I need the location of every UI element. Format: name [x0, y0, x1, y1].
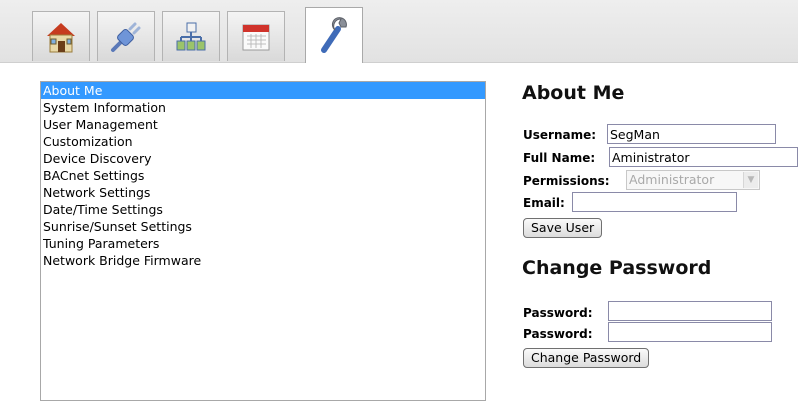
- username-field[interactable]: [607, 124, 776, 144]
- menu-item-date-time-settings[interactable]: Date/Time Settings: [41, 201, 485, 218]
- email-field[interactable]: [572, 192, 737, 212]
- change-password-button[interactable]: Change Password: [523, 348, 650, 368]
- save-user-button[interactable]: Save User: [523, 218, 603, 238]
- wrench-icon: [321, 16, 347, 53]
- plug-icon: [111, 22, 141, 52]
- menu-item-network-bridge-firmware[interactable]: Network Bridge Firmware: [41, 252, 485, 269]
- permissions-select[interactable]: Administrator ▼: [626, 170, 760, 190]
- password-label: Password:: [523, 306, 593, 320]
- network-icon: [176, 22, 206, 50]
- password-field[interactable]: [608, 301, 772, 321]
- menu-item-user-management[interactable]: User Management: [41, 116, 485, 133]
- fullname-label: Full Name:: [523, 151, 596, 165]
- confirm-password-label: Password:: [523, 327, 593, 341]
- tab-network[interactable]: [162, 11, 220, 61]
- username-label: Username:: [523, 128, 597, 142]
- tab-settings[interactable]: [305, 7, 363, 63]
- permissions-value: Administrator: [629, 172, 715, 187]
- menu-item-device-discovery[interactable]: Device Discovery: [41, 150, 485, 167]
- tab-home[interactable]: [32, 11, 90, 61]
- menu-item-customization[interactable]: Customization: [41, 133, 485, 150]
- settings-menu: About Me System Information User Managem…: [40, 81, 486, 401]
- calendar-icon: [242, 24, 270, 50]
- permissions-label: Permissions:: [523, 174, 610, 188]
- email-label: Email:: [523, 196, 565, 210]
- menu-item-system-information[interactable]: System Information: [41, 99, 485, 116]
- about-me-heading: About Me: [522, 82, 625, 104]
- menu-item-about-me[interactable]: About Me: [41, 82, 485, 99]
- menu-item-sunrise-sunset-settings[interactable]: Sunrise/Sunset Settings: [41, 218, 485, 235]
- toolbar: [0, 0, 798, 63]
- change-password-heading: Change Password: [522, 257, 712, 279]
- tab-connections[interactable]: [97, 11, 155, 61]
- menu-item-network-settings[interactable]: Network Settings: [41, 184, 485, 201]
- confirm-password-field[interactable]: [608, 322, 772, 342]
- home-icon: [47, 22, 75, 52]
- chevron-down-icon: ▼: [743, 172, 758, 188]
- fullname-field[interactable]: [609, 147, 798, 167]
- menu-item-bacnet-settings[interactable]: BACnet Settings: [41, 167, 485, 184]
- menu-item-tuning-parameters[interactable]: Tuning Parameters: [41, 235, 485, 252]
- tab-schedule[interactable]: [227, 11, 285, 61]
